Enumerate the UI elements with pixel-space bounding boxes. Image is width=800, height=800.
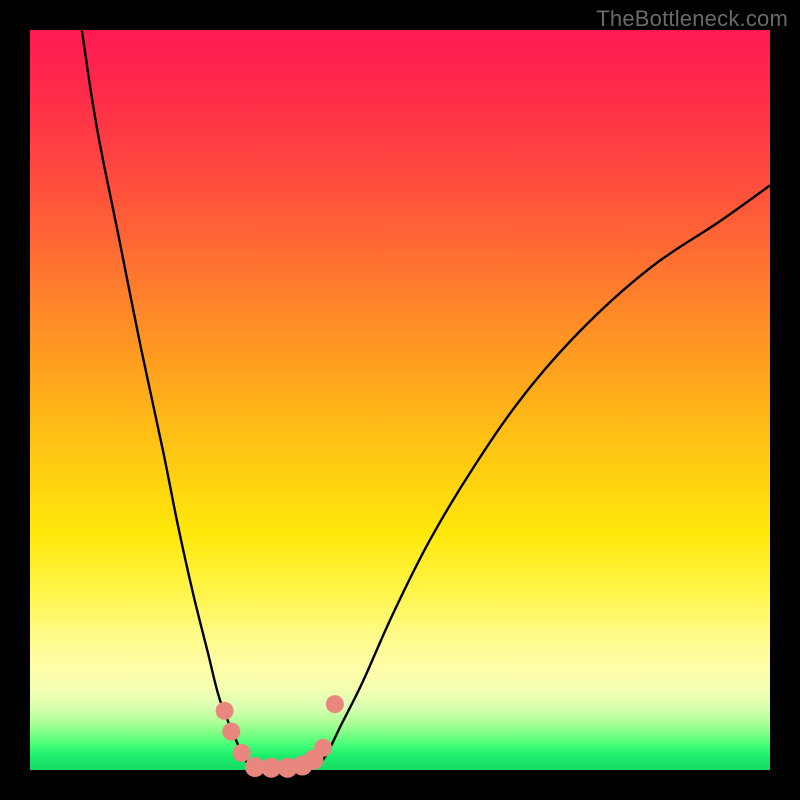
- data-marker: [326, 695, 344, 713]
- plot-area: [30, 30, 770, 770]
- watermark-text: TheBottleneck.com: [596, 6, 788, 32]
- bottleneck-curve: [82, 30, 770, 770]
- chart-frame: TheBottleneck.com: [0, 0, 800, 800]
- curve-layer: [30, 30, 770, 770]
- data-marker: [233, 744, 251, 762]
- data-marker: [314, 739, 332, 757]
- data-marker: [216, 702, 234, 720]
- data-marker: [222, 723, 240, 741]
